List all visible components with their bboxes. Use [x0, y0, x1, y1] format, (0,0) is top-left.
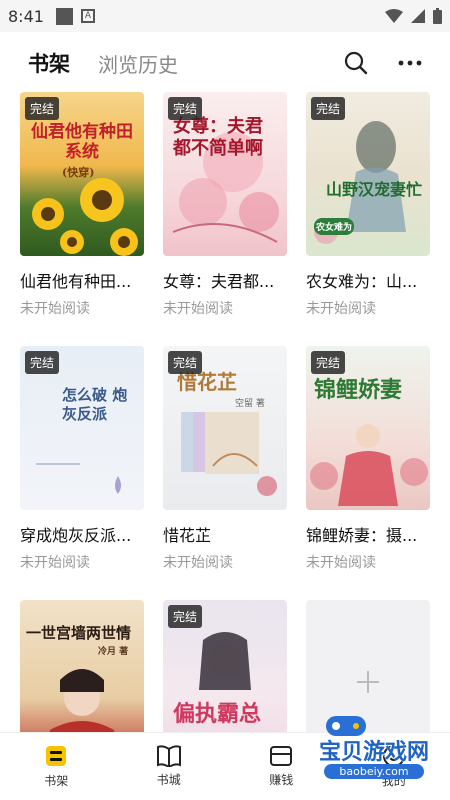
nav-bookshelf[interactable]: 书架	[0, 733, 113, 800]
cover-title: 锦鲤娇妻	[314, 377, 403, 403]
book-title: 仙君他有种田...	[20, 272, 132, 291]
tab-history[interactable]: 浏览历史	[98, 49, 178, 78]
book-status: 未开始阅读	[163, 555, 233, 571]
cover-title: 女尊：夫君都不简单啊	[173, 116, 263, 159]
completed-badge: 完结	[25, 351, 60, 374]
app-notification-icon: A	[80, 9, 95, 23]
plus-icon	[357, 671, 379, 693]
wifi-icon	[385, 9, 403, 23]
book-status: 未开始阅读	[20, 301, 90, 317]
book-title: 惜花芷	[163, 526, 212, 545]
more-icon[interactable]	[398, 60, 422, 66]
book-status: 未开始阅读	[306, 555, 376, 571]
signal-icon	[411, 9, 425, 23]
completed-badge: 完结	[168, 351, 203, 374]
book-status: 未开始阅读	[163, 301, 233, 317]
book-status: 未开始阅读	[20, 555, 90, 571]
tab-bookshelf[interactable]: 书架	[28, 48, 70, 78]
battery-icon	[433, 8, 442, 24]
watermark-logo: 宝贝游戏网 baobeiy.com	[300, 708, 448, 788]
cover-title: 怎么破 炮灰反派	[62, 386, 128, 423]
book-card[interactable]: 女尊：夫君都不简单啊 完结 女尊：夫君都... 未开始阅读	[163, 92, 287, 318]
completed-badge: 完结	[311, 351, 346, 374]
notification-icon	[55, 7, 73, 25]
cover-subtitle: 农女难为	[314, 218, 355, 235]
book-card[interactable]: 锦鲤娇妻 完结 锦鲤娇妻：摄... 未开始阅读	[306, 346, 430, 572]
search-icon[interactable]	[344, 51, 368, 75]
book-status: 未开始阅读	[306, 301, 376, 317]
cover-title: 仙君他有种田系统	[31, 122, 133, 162]
nav-label: 书架	[44, 774, 69, 788]
book-title: 穿成炮灰反派...	[20, 526, 132, 545]
completed-badge: 完结	[168, 605, 203, 628]
book-cover[interactable]: 仙君他有种田系统 (快穿) 完结	[20, 92, 144, 256]
book-title: 锦鲤娇妻：摄...	[306, 526, 418, 545]
watermark-text: 宝贝游戏网	[318, 740, 429, 765]
book-cover[interactable]: 怎么破 炮灰反派 完结	[20, 346, 144, 510]
nav-label: 赚钱	[269, 773, 294, 787]
book-title: 女尊：夫君都...	[163, 272, 275, 291]
book-title: 农女难为：山...	[306, 272, 418, 291]
wallet-icon	[270, 746, 293, 766]
cover-subtitle: (快穿)	[62, 166, 95, 179]
status-time: 8:41	[8, 6, 44, 26]
cover-subtitle: 空留 著	[235, 399, 265, 409]
book-cover[interactable]: 惜花芷 空留 著 完结	[163, 346, 287, 510]
book-cover[interactable]: 锦鲤娇妻 完结	[306, 346, 430, 510]
cover-title: 山野汉宠妻忙	[326, 180, 423, 199]
status-bar: 8:41 A	[0, 0, 450, 32]
header: 书架 浏览历史	[0, 32, 450, 94]
book-card[interactable]: 惜花芷 空留 著 完结 惜花芷 未开始阅读	[163, 346, 287, 572]
book-card[interactable]: 山野汉宠妻忙 农女难为 完结 农女难为：山... 未开始阅读	[306, 92, 430, 318]
book-card[interactable]: 怎么破 炮灰反派 完结 穿成炮灰反派... 未开始阅读	[20, 346, 144, 572]
bookshelf-icon	[46, 746, 67, 766]
completed-badge: 完结	[168, 97, 203, 120]
watermark-url: baobeiy.com	[324, 764, 424, 779]
cover-subtitle: 冷月 著	[98, 647, 129, 657]
completed-badge: 完结	[311, 97, 346, 120]
cover-title: 一世宫墙两世情	[26, 624, 132, 642]
book-cover[interactable]: 女尊：夫君都不简单啊 完结	[163, 92, 287, 256]
book-icon	[156, 745, 181, 767]
nav-bookstore[interactable]: 书城	[113, 733, 226, 800]
nav-label: 书城	[156, 773, 181, 787]
book-card[interactable]: 仙君他有种田系统 (快穿) 完结 仙君他有种田... 未开始阅读	[20, 92, 144, 318]
cover-title: 偏执霸总	[173, 701, 262, 727]
completed-badge: 完结	[25, 97, 60, 120]
book-cover[interactable]: 山野汉宠妻忙 农女难为 完结	[306, 92, 430, 256]
